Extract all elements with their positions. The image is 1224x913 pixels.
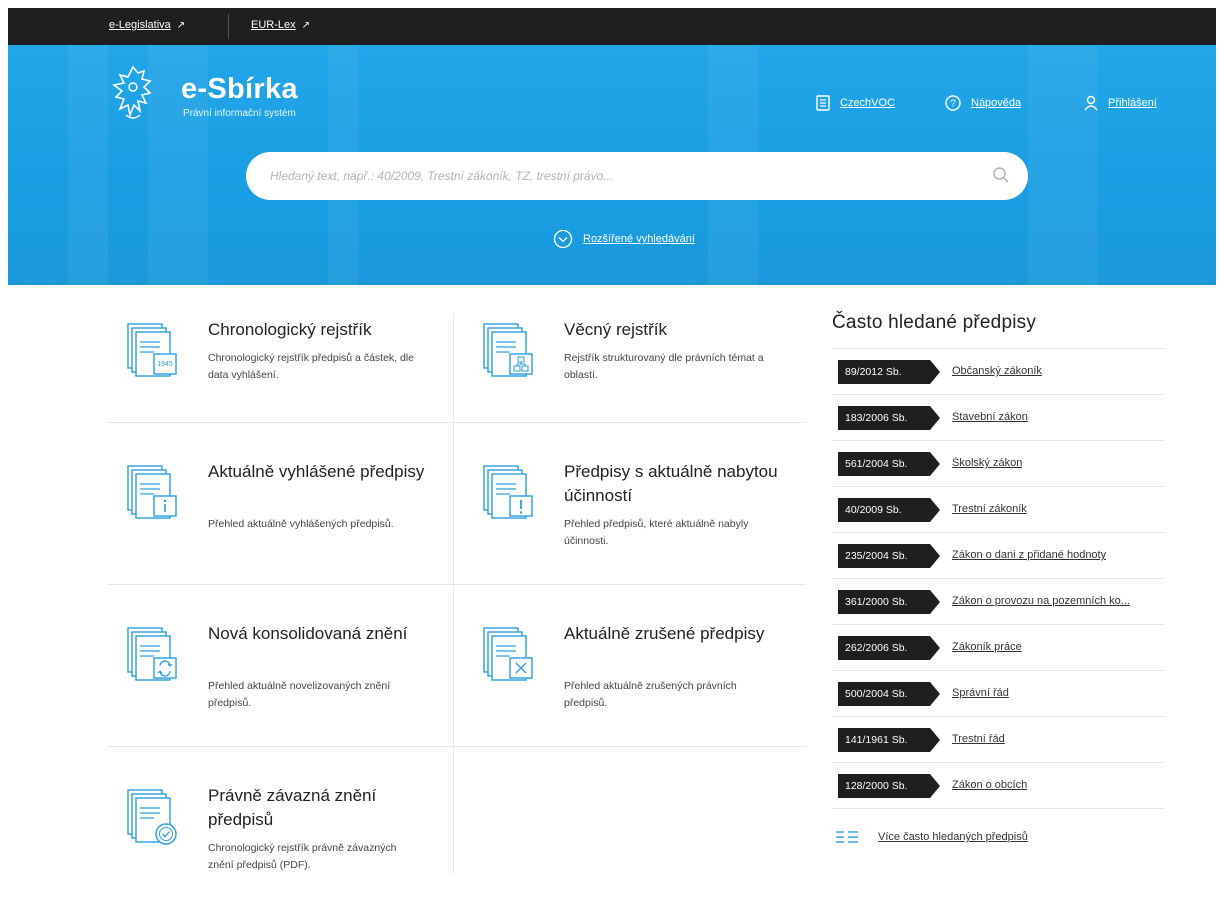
site-subtitle: Právní informační systém	[183, 108, 296, 119]
chevron-down-circle-icon	[553, 229, 573, 249]
law-row[interactable]: 500/2004 Sb. Správní řád	[832, 670, 1164, 716]
law-row[interactable]: 361/2000 Sb. Zákon o provozu na pozemních…	[832, 578, 1164, 624]
tile-title[interactable]: Aktuálně vyhlášené předpisy	[208, 460, 428, 484]
law-row[interactable]: 40/2009 Sb. Trestní zákoník	[832, 486, 1164, 532]
list-icon	[836, 831, 858, 843]
tile-title[interactable]: Chronologický rejstřík	[208, 318, 428, 342]
law-row[interactable]: 235/2004 Sb. Zákon o dani z přidané hodno…	[832, 532, 1164, 578]
tile-chronological-register[interactable]: 1945 Chronologický rejstřík Chronologick…	[108, 300, 453, 462]
tile-description: Chronologický rejstřík předpisů a částek…	[208, 352, 415, 381]
law-code-badge: 128/2000 Sb.	[838, 774, 940, 798]
law-row[interactable]: 89/2012 Sb. Občanský zákoník	[832, 348, 1164, 394]
svg-text:?: ?	[950, 99, 956, 110]
law-row[interactable]: 561/2004 Sb. Školský zákon	[832, 440, 1164, 486]
consolidated-versions-icon	[127, 627, 177, 681]
tile-description: Přehled předpisů, které aktuálně nabyly …	[564, 518, 749, 547]
tile-description: Chronologický rejstřík právně závazných …	[208, 842, 397, 871]
help-link[interactable]: ? Nápověda	[945, 95, 1021, 111]
law-link[interactable]: Zákon o obcích	[952, 779, 1027, 791]
tile-title[interactable]: Předpisy s aktuálně nabytou účinností	[564, 460, 784, 508]
advanced-search-link[interactable]: Rozšířené vyhledávání	[553, 229, 695, 249]
divider	[228, 14, 229, 39]
law-code-badge: 361/2000 Sb.	[838, 590, 940, 614]
law-row[interactable]: 141/1961 Sb. Trestní řád	[832, 716, 1164, 762]
recently-effective-icon	[483, 465, 533, 519]
tile-subject-register[interactable]: Věcný rejstřík Rejstřík strukturovaný dl…	[464, 300, 809, 462]
law-link[interactable]: Trestní zákoník	[952, 503, 1027, 515]
tile-title[interactable]: Aktuálně zrušené předpisy	[564, 622, 784, 646]
frequent-laws-title: Často hledané předpisy	[832, 312, 1037, 333]
tile-description: Rejstřík strukturovaný dle právních téma…	[564, 352, 764, 381]
law-code-badge: 89/2012 Sb.	[838, 360, 940, 384]
search-icon[interactable]	[992, 166, 1010, 184]
eur-lex-link[interactable]: EUR-Lex ↗	[251, 19, 310, 31]
more-frequent-laws-link[interactable]: Více často hledaných předpisů	[878, 831, 1028, 843]
law-code-badge: 141/1961 Sb.	[838, 728, 940, 752]
law-row[interactable]: 128/2000 Sb. Zákon o obcích	[832, 762, 1164, 808]
tile-title[interactable]: Právně závazná znění předpisů	[208, 784, 428, 832]
tile-legally-binding-versions[interactable]: Právně závazná znění předpisů Chronologi…	[108, 766, 453, 913]
tile-recently-repealed[interactable]: Aktuálně zrušené předpisy Přehled aktuál…	[464, 604, 809, 766]
law-code-badge: 262/2006 Sb.	[838, 636, 940, 660]
search-input[interactable]	[270, 164, 960, 188]
lion-emblem-logo[interactable]	[108, 63, 158, 125]
law-link[interactable]: Zákon o provozu na pozemních ko...	[952, 595, 1130, 607]
more-frequent-laws: Více často hledaných předpisů	[832, 808, 1164, 858]
tile-description: Přehled aktuálně zrušených právních před…	[564, 680, 737, 709]
tile-description: Přehled aktuálně vyhlášených předpisů.	[208, 518, 394, 530]
tile-recently-published[interactable]: Aktuálně vyhlášené předpisy Přehled aktu…	[108, 442, 453, 604]
search-bar	[246, 152, 1028, 200]
law-code-badge: 561/2004 Sb.	[838, 452, 940, 476]
external-link-icon: ↗	[176, 20, 186, 31]
recently-published-icon	[127, 465, 177, 519]
tile-title[interactable]: Nová konsolidovaná znění	[208, 622, 428, 646]
law-code-badge: 40/2009 Sb.	[838, 498, 940, 522]
chronological-register-icon: 1945	[127, 323, 177, 377]
law-code-badge: 500/2004 Sb.	[838, 682, 940, 706]
law-link[interactable]: Občanský zákoník	[952, 365, 1042, 377]
user-icon	[1084, 95, 1098, 111]
law-link[interactable]: Zákoník práce	[952, 641, 1022, 653]
svg-text:1945: 1945	[157, 361, 173, 368]
tile-description: Přehled aktuálně novelizovaných znění př…	[208, 680, 391, 709]
tile-recently-effective[interactable]: Předpisy s aktuálně nabytou účinností Př…	[464, 442, 809, 604]
tile-new-consolidated[interactable]: Nová konsolidovaná znění Přehled aktuáln…	[108, 604, 453, 766]
law-link[interactable]: Zákon o dani z přidané hodnoty	[952, 549, 1106, 561]
repealed-icon	[483, 627, 533, 681]
login-link[interactable]: Přihlášení	[1084, 95, 1157, 111]
law-code-badge: 183/2006 Sb.	[838, 406, 940, 430]
tile-title[interactable]: Věcný rejstřík	[564, 318, 784, 342]
top-bar: e-Legislativa ↗ EUR-Lex ↗	[8, 8, 1216, 45]
frequent-laws-list: 89/2012 Sb. Občanský zákoník 183/2006 Sb.…	[832, 348, 1164, 808]
legally-binding-icon	[127, 789, 177, 845]
help-icon: ?	[945, 95, 961, 111]
external-link-icon: ↗	[301, 20, 311, 31]
subject-register-icon	[483, 323, 533, 377]
frequent-laws-panel: Často hledané předpisy 89/2012 Sb. Občans…	[832, 312, 1164, 858]
law-link[interactable]: Správní řád	[952, 687, 1009, 699]
site-title[interactable]: e-Sbírka	[181, 73, 298, 106]
law-link[interactable]: Trestní řád	[952, 733, 1005, 745]
law-link[interactable]: Školský zákon	[952, 457, 1022, 469]
law-link[interactable]: Stavební zákon	[952, 411, 1028, 423]
e-legislativa-link[interactable]: e-Legislativa ↗	[109, 19, 185, 31]
hero-banner: e-Sbírka Právní informační systém CzechV…	[8, 45, 1216, 285]
document-icon	[816, 95, 830, 111]
law-row[interactable]: 262/2006 Sb. Zákoník práce	[832, 624, 1164, 670]
law-row[interactable]: 183/2006 Sb. Stavební zákon	[832, 394, 1164, 440]
law-code-badge: 235/2004 Sb.	[838, 544, 940, 568]
czechvoc-link[interactable]: CzechVOC	[816, 95, 895, 111]
